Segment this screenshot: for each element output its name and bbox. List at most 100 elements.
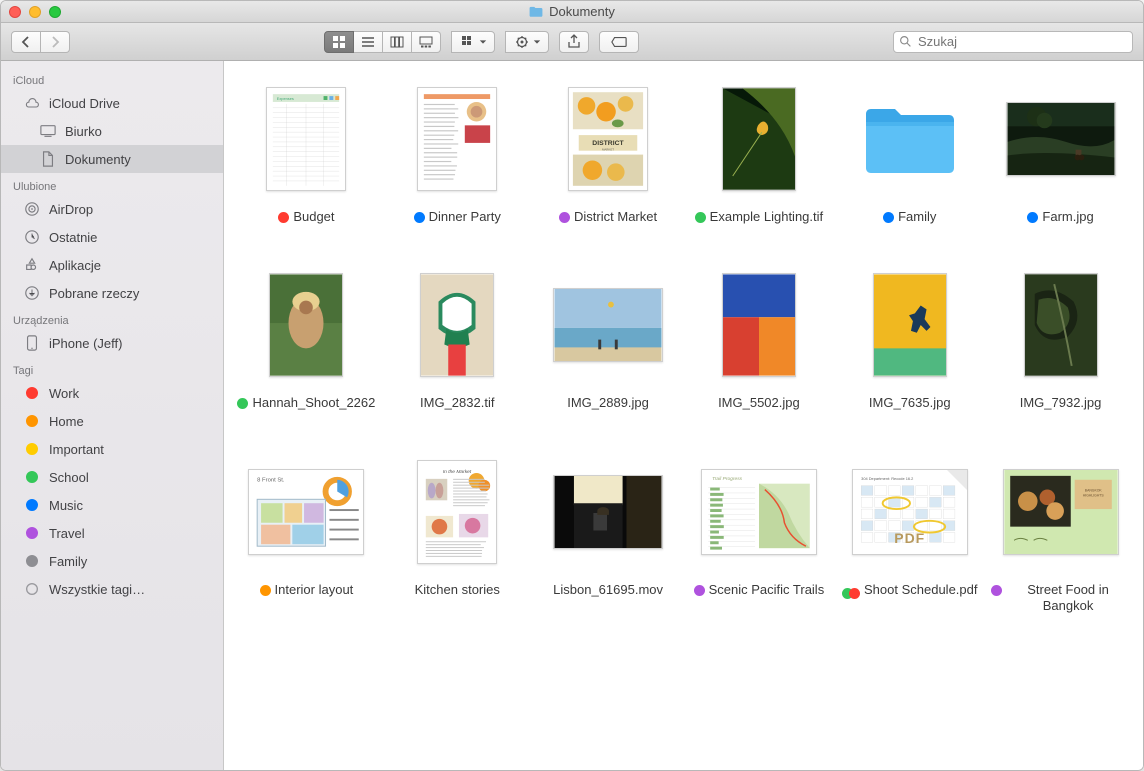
list-view-button[interactable] (354, 31, 383, 53)
sidebar-item-pobrane-rzeczy[interactable]: Pobrane rzeczy (1, 279, 223, 307)
search-input[interactable] (893, 31, 1133, 53)
sidebar-section: iCloudiCloud DriveBiurkoDokumenty (1, 71, 223, 173)
gallery-view-button[interactable] (412, 31, 441, 53)
sidebar-item-family[interactable]: Family (1, 547, 223, 575)
content-area[interactable]: ExpensesBudget Dinner Party DISTRICTMARKET… (224, 61, 1143, 770)
sidebar-item-dokumenty[interactable]: Dokumenty (1, 145, 223, 173)
svg-text:MARKET: MARKET (602, 148, 614, 152)
file-item[interactable]: Farm.jpg (988, 79, 1133, 225)
file-grid: ExpensesBudget Dinner Party DISTRICTMARKET… (234, 79, 1133, 614)
file-item[interactable]: 8 Front St.Interior layout (234, 452, 379, 615)
file-item[interactable]: DISTRICTMARKET District Market (536, 79, 681, 225)
group-by-button[interactable] (451, 31, 495, 53)
file-name: District Market (574, 209, 657, 225)
svg-text:DISTRICT: DISTRICT (592, 140, 624, 147)
sidebar-item-airdrop[interactable]: AirDrop (1, 195, 223, 223)
file-item[interactable]: Dinner Party (385, 79, 530, 225)
tag-dot-icon (23, 384, 41, 402)
sidebar-section: UlubioneAirDrop Ostatnie AplikacjePobrane … (1, 177, 223, 307)
sidebar-item-label: Travel (49, 526, 85, 541)
sidebar-item-label: Wszystkie tagi… (49, 582, 145, 597)
sidebar-item-aplikacje[interactable]: Aplikacje (1, 251, 223, 279)
sidebar-item-school[interactable]: School (1, 463, 223, 491)
file-item[interactable]: Lisbon_61695.mov (536, 452, 681, 615)
file-label: District Market (559, 209, 657, 225)
sidebar-item-iphone-jeff-[interactable]: iPhone (Jeff) (1, 329, 223, 357)
action-menu-button[interactable] (505, 31, 549, 53)
back-button[interactable] (11, 31, 41, 53)
sidebar-item-label: Ostatnie (49, 230, 97, 245)
file-label: Interior layout (260, 582, 354, 598)
traffic-lights (9, 6, 61, 18)
svg-text:Trail Progress: Trail Progress (712, 475, 743, 481)
file-name: Interior layout (275, 582, 354, 598)
file-item[interactable]: Hannah_Shoot_2262 (234, 265, 379, 411)
clock-icon (23, 228, 41, 246)
file-name: Kitchen stories (415, 582, 500, 598)
file-thumbnail (848, 265, 972, 385)
column-view-button[interactable] (383, 31, 412, 53)
file-label: Budget (278, 209, 334, 225)
file-name: Hannah_Shoot_2262 (252, 395, 375, 411)
file-item[interactable]: IMG_7932.jpg (988, 265, 1133, 411)
sidebar-item-music[interactable]: Music (1, 491, 223, 519)
sidebar-section-header: Urządzenia (1, 311, 223, 329)
file-thumbnail (546, 452, 670, 572)
file-item[interactable]: BANGKOKHIGHLIGHTSStreet Food in Bangkok (988, 452, 1133, 615)
file-item[interactable]: Example Lighting.tif (686, 79, 831, 225)
tag-dot (260, 585, 271, 596)
chevron-right-icon (47, 34, 63, 50)
tag-dot (559, 212, 570, 223)
file-thumbnail (999, 265, 1123, 385)
sidebar-item-biurko[interactable]: Biurko (1, 117, 223, 145)
forward-button[interactable] (41, 31, 70, 53)
share-icon (566, 34, 582, 50)
toolbar (1, 23, 1143, 61)
file-label: IMG_7635.jpg (869, 395, 951, 411)
file-name: Street Food in Bangkok (1006, 582, 1131, 615)
file-thumbnail: Trail Progress (697, 452, 821, 572)
file-item[interactable]: 304 Department: Recode 16.2PDFShoot Sche… (837, 452, 982, 615)
file-item[interactable]: Family (837, 79, 982, 225)
minimize-window-button[interactable] (29, 6, 41, 18)
tag-icon (611, 34, 627, 50)
sidebar-item-important[interactable]: Important (1, 435, 223, 463)
file-label: Example Lighting.tif (695, 209, 823, 225)
sidebar-item-travel[interactable]: Travel (1, 519, 223, 547)
tag-dots (842, 585, 860, 599)
file-thumbnail: DISTRICTMARKET (546, 79, 670, 199)
sidebar-item-icloud-drive[interactable]: iCloud Drive (1, 89, 223, 117)
file-name: Example Lighting.tif (710, 209, 823, 225)
file-thumbnail (848, 79, 972, 199)
close-window-button[interactable] (9, 6, 21, 18)
file-item[interactable]: IMG_2832.tif (385, 265, 530, 411)
file-item[interactable]: IMG_5502.jpg (686, 265, 831, 411)
file-label: Family (883, 209, 936, 225)
share-button[interactable] (559, 31, 589, 53)
sidebar-item-work[interactable]: Work (1, 379, 223, 407)
svg-text:BANGKOK: BANGKOK (1084, 488, 1102, 492)
file-label: Lisbon_61695.mov (553, 582, 663, 598)
search-field-wrap (893, 31, 1133, 53)
sidebar-section-header: Ulubione (1, 177, 223, 195)
file-item[interactable]: ExpensesBudget (234, 79, 379, 225)
file-item[interactable]: Trail ProgressScenic Pacific Trails (686, 452, 831, 615)
file-item[interactable]: IMG_2889.jpg (536, 265, 681, 411)
sidebar-item-wszystkie-tagi-[interactable]: Wszystkie tagi… (1, 575, 223, 603)
icon-view-button[interactable] (324, 31, 354, 53)
window-title: Dokumenty (1, 4, 1143, 19)
sidebar-item-ostatnie[interactable]: Ostatnie (1, 223, 223, 251)
file-name: IMG_7635.jpg (869, 395, 951, 411)
view-mode-buttons (324, 31, 441, 53)
sidebar-item-home[interactable]: Home (1, 407, 223, 435)
folder-icon (529, 6, 543, 17)
file-name: Dinner Party (429, 209, 501, 225)
zoom-window-button[interactable] (49, 6, 61, 18)
file-item[interactable]: IMG_7635.jpg (837, 265, 982, 411)
chevron-down-icon (533, 38, 541, 46)
tags-button[interactable] (599, 31, 639, 53)
airdrop-icon (23, 200, 41, 218)
file-item[interactable]: In the MarketKitchen stories (385, 452, 530, 615)
sidebar-item-label: School (49, 470, 89, 485)
file-label: IMG_2832.tif (420, 395, 494, 411)
